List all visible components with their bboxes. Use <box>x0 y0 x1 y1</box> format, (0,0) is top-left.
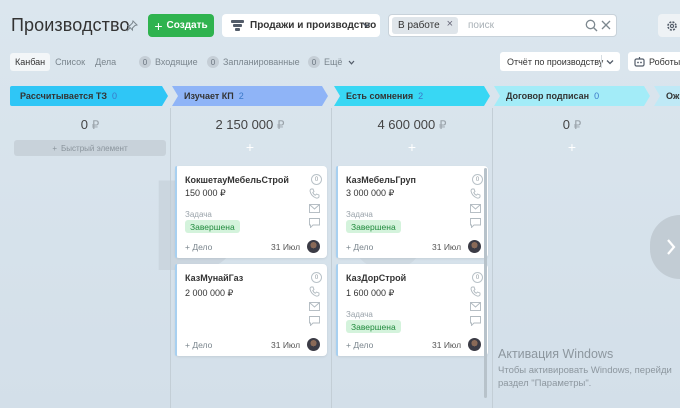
card-accent <box>336 264 338 356</box>
phone-icon[interactable] <box>470 188 481 199</box>
status-badge: Завершена <box>185 220 240 233</box>
mail-icon[interactable] <box>470 302 481 311</box>
card-task-label: Задача <box>346 310 373 319</box>
card-task-label: Задача <box>185 210 212 219</box>
deal-card[interactable]: КазМунайГаз 0 2 000 000 ₽ + Дело 31 Июл <box>175 264 327 356</box>
card-task-label: Задача <box>346 210 373 219</box>
chat-icon[interactable] <box>470 218 481 228</box>
column-divider <box>331 108 332 408</box>
stage-sum-value: 0 <box>562 117 570 132</box>
card-title[interactable]: КазМунайГаз <box>185 273 243 283</box>
card-accent <box>175 166 177 258</box>
stage-count: 2 <box>418 91 424 101</box>
chat-icon[interactable] <box>309 316 320 326</box>
card-sum: 1 600 000 ₽ <box>346 288 395 298</box>
phone-icon[interactable] <box>309 286 320 297</box>
deal-card[interactable]: КазМебельГруп 0 3 000 000 ₽ Задача Завер… <box>336 166 488 258</box>
card-date: 31 Июл <box>432 340 462 350</box>
stage-sum: 4 600 000 ₽ <box>334 117 490 132</box>
quick-add-label: Быстрый элемент <box>61 143 128 153</box>
add-activity-link[interactable]: + Дело <box>185 242 212 252</box>
windows-activation-text: Чтобы активировать Windows, перейди разд… <box>498 364 672 390</box>
add-activity-link[interactable]: + Дело <box>346 242 373 252</box>
stage-studying-offer[interactable]: Изучает КП 2 <box>176 86 322 106</box>
card-counter: 0 <box>472 272 483 283</box>
currency-sign: ₽ <box>91 118 100 132</box>
status-badge: Завершена <box>346 320 401 333</box>
plus-icon: + <box>52 143 58 153</box>
deal-card[interactable]: КазДорСтрой 0 1 600 000 ₽ Задача Заверше… <box>336 264 488 356</box>
currency-sign: ₽ <box>573 118 582 132</box>
stage-count: 2 <box>238 91 244 101</box>
status-badge: Завершена <box>346 220 401 233</box>
card-title[interactable]: КазДорСтрой <box>346 273 406 283</box>
column-divider <box>170 108 171 408</box>
chat-icon[interactable] <box>470 316 481 326</box>
stage-name: Есть сомнения <box>346 91 414 101</box>
phone-icon[interactable] <box>309 188 320 199</box>
stage-name: Договор подписан <box>506 91 590 101</box>
card-date: 31 Июл <box>432 242 462 252</box>
chat-icon[interactable] <box>309 218 320 228</box>
stage-count: 0 <box>112 91 118 101</box>
avatar[interactable] <box>307 338 320 351</box>
card-date: 31 Июл <box>271 242 301 252</box>
add-activity-link[interactable]: + Дело <box>346 340 373 350</box>
stage-sum: 0 ₽ <box>494 117 650 132</box>
stage-sum-value: 2 150 000 <box>215 117 274 132</box>
card-date: 31 Июл <box>271 340 301 350</box>
stage-sum-value: 0 <box>80 117 88 132</box>
card-counter: 0 <box>311 272 322 283</box>
mail-icon[interactable] <box>470 204 481 213</box>
windows-activation-title: Активация Windows <box>498 347 614 361</box>
windows-activation-line: Чтобы активировать Windows, перейди <box>498 365 672 376</box>
card-title[interactable]: КокшетауМебельСтрой <box>185 175 289 185</box>
stage-name: Ож <box>666 91 680 101</box>
add-activity-link[interactable]: + Дело <box>185 340 212 350</box>
phone-icon[interactable] <box>470 286 481 297</box>
avatar[interactable] <box>468 240 481 253</box>
card-accent <box>175 264 177 356</box>
stage-name: Рассчитывается ТЗ <box>20 91 108 101</box>
stage-contract-signed[interactable]: Договор подписан 0 <box>498 86 644 106</box>
card-counter: 0 <box>472 174 483 185</box>
mail-icon[interactable] <box>309 204 320 213</box>
column-scrollbar[interactable] <box>484 168 487 398</box>
add-item-icon[interactable]: + <box>243 139 257 155</box>
windows-activation-line: раздел "Параметры". <box>498 378 592 389</box>
stage-count: 0 <box>594 91 600 101</box>
card-accent <box>336 166 338 258</box>
avatar[interactable] <box>307 240 320 253</box>
mail-icon[interactable] <box>309 302 320 311</box>
currency-sign: ₽ <box>438 118 447 132</box>
stage-sum: 2 150 000 ₽ <box>172 117 328 132</box>
add-item-icon[interactable]: + <box>405 139 419 155</box>
card-sum: 2 000 000 ₽ <box>185 288 234 298</box>
stage-name: Изучает КП <box>184 91 234 101</box>
quick-add-button[interactable]: + Быстрый элемент <box>14 140 166 156</box>
card-sum: 3 000 000 ₽ <box>346 188 395 198</box>
deal-card[interactable]: КокшетауМебельСтрой 0 150 000 ₽ Задача З… <box>175 166 327 258</box>
add-item-icon[interactable]: + <box>565 139 579 155</box>
stage-sum-value: 4 600 000 <box>377 117 436 132</box>
column-divider <box>492 108 493 408</box>
chevron-right-icon <box>667 239 676 255</box>
stage-waiting[interactable]: Ож <box>658 86 680 106</box>
stage-doubts[interactable]: Есть сомнения 2 <box>338 86 484 106</box>
stage-sum: 0 ₽ <box>10 117 170 132</box>
card-counter: 0 <box>311 174 322 185</box>
currency-sign: ₽ <box>276 118 285 132</box>
card-title[interactable]: КазМебельГруп <box>346 175 416 185</box>
avatar[interactable] <box>468 338 481 351</box>
stage-calculating[interactable]: Рассчитывается ТЗ 0 <box>12 86 162 106</box>
card-sum: 150 000 ₽ <box>185 188 226 198</box>
